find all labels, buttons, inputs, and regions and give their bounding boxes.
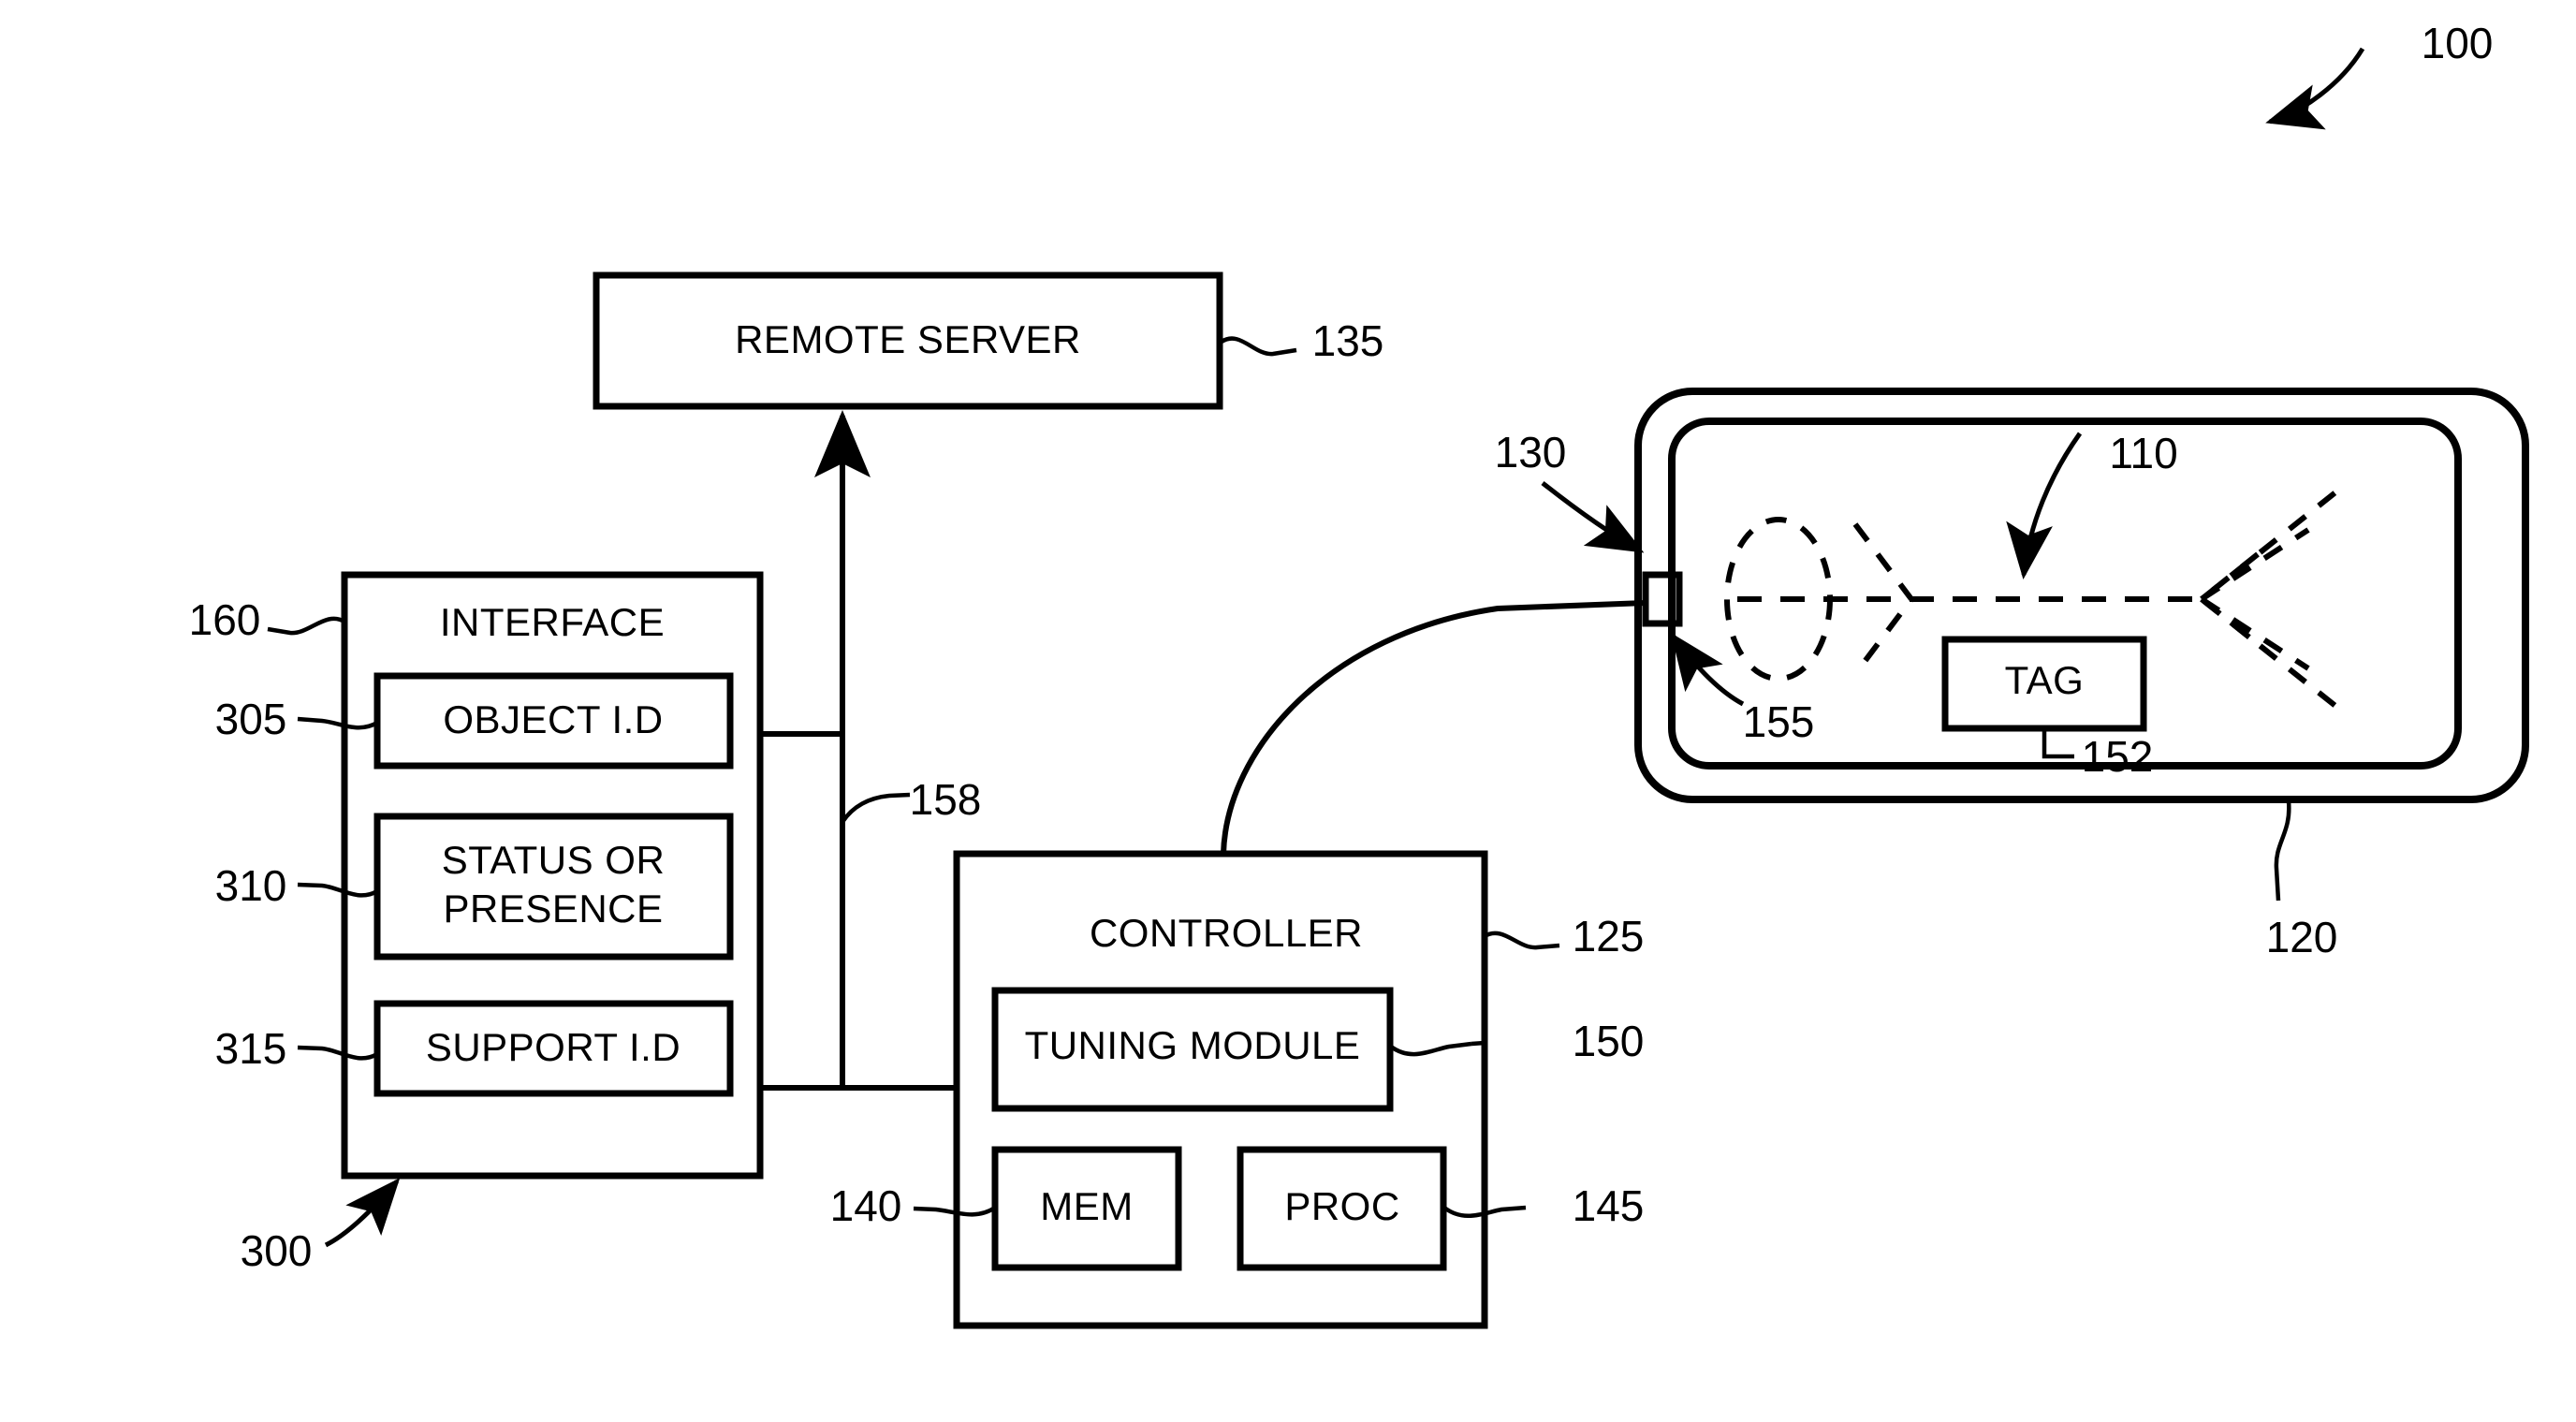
enclosure-wall-ref-130-group: 130 [1495, 428, 1645, 553]
controller-block[interactable]: CONTROLLER TUNING MODULE MEM PROC [953, 850, 1488, 1329]
interface-ref-160-group: 160 [189, 595, 346, 644]
enclosure-ref-label: 120 [2266, 913, 2338, 961]
proc-block[interactable]: PROC [1237, 1146, 1447, 1271]
enclosure-ref-leader [2274, 800, 2291, 902]
object-id-ref-label: 305 [215, 695, 287, 743]
tag-block[interactable]: TAG [1941, 636, 2147, 732]
remote-server-label: REMOTE SERVER [735, 317, 1081, 361]
figure-ref-100-leader [2265, 47, 2365, 130]
bus-ref-158-group: 158 [841, 775, 982, 824]
controller-ref-leader [1483, 931, 1560, 950]
status-or-presence-ref-leader [297, 882, 379, 898]
proc-ref-145-group: 145 [1442, 1181, 1645, 1230]
interface-block[interactable]: INTERFACE OBJECT I.D STATUS OR PRESENCE … [341, 571, 764, 1180]
connector-ref-label: 155 [1743, 697, 1815, 746]
status-or-presence-label-line2: PRESENCE [443, 887, 663, 931]
controller-ref-label: 125 [1573, 912, 1645, 960]
interface-ref-300-group: 300 [241, 1178, 401, 1275]
object-id-ref-leader [297, 716, 379, 730]
mem-ref-label: 140 [830, 1181, 902, 1230]
field-ray-4 [2200, 596, 2342, 712]
proc-label: PROC [1284, 1184, 1399, 1228]
tag-ref-152-group: 152 [2042, 729, 2154, 781]
remote-server-block[interactable]: REMOTE SERVER [593, 271, 1223, 410]
interface-ref-300-leader [324, 1178, 401, 1248]
controller-to-connector-cable [1221, 600, 1647, 855]
mem-block[interactable]: MEM [991, 1146, 1182, 1271]
support-id-label: SUPPORT I.D [426, 1025, 681, 1069]
tuning-module-ref-150-group: 150 [1389, 1017, 1645, 1065]
object-id-block[interactable]: OBJECT I.D [373, 672, 734, 770]
interface-to-server-bus [760, 410, 957, 1091]
support-id-ref-leader [297, 1045, 379, 1061]
status-or-presence-label-line1: STATUS OR [442, 838, 666, 882]
support-id-ref-label: 315 [215, 1024, 287, 1073]
enclosure-wall-ref-leader [1541, 481, 1645, 553]
field-pattern-ref-label: 110 [2109, 429, 2177, 477]
interface-ref-300-label: 300 [241, 1226, 313, 1275]
field-pattern-ref-110-group: 110 [2006, 429, 2178, 579]
bus-ref-label: 158 [910, 775, 982, 824]
mem-ref-140-group: 140 [830, 1181, 997, 1230]
remote-server-ref-135-group: 135 [1220, 316, 1384, 365]
controller-ref-125-group: 125 [1483, 912, 1645, 960]
support-id-ref-315-group: 315 [215, 1024, 379, 1073]
tuning-module-ref-leader [1389, 1041, 1472, 1057]
tag-ref-label: 152 [2082, 732, 2154, 781]
enclosure-wall-ref-label: 130 [1495, 428, 1567, 476]
figure-ref-100-label: 100 [2422, 19, 2494, 67]
remote-server-ref-leader [1220, 336, 1297, 357]
status-or-presence-ref-310-group: 310 [215, 861, 379, 910]
mem-label: MEM [1040, 1184, 1134, 1228]
status-or-presence-block[interactable]: STATUS OR PRESENCE [373, 813, 734, 960]
bus-ref-leader [841, 792, 911, 824]
patent-figure-canvas: 100 REMOTE SERVER 135 158 INTERFACE OBJE… [0, 0, 2576, 1422]
object-id-ref-305-group: 305 [215, 695, 379, 743]
patent-diagram: 100 REMOTE SERVER 135 158 INTERFACE OBJE… [189, 19, 2529, 1329]
field-pattern-ref-leader [2006, 432, 2083, 579]
figure-ref-100-group: 100 [2265, 19, 2494, 130]
interface-ref-leader [267, 616, 346, 636]
object-id-label: OBJECT I.D [443, 697, 663, 741]
field-ray-2 [2200, 527, 2310, 602]
tag-ref-leader [2042, 729, 2074, 759]
tuning-module-ref-label: 150 [1573, 1017, 1645, 1065]
tuning-module-block[interactable]: TUNING MODULE [991, 987, 1394, 1112]
tuning-module-ref-leader-tail [1471, 1040, 1486, 1047]
interface-ref-label: 160 [189, 595, 261, 644]
connector-ref-155-group: 155 [1671, 632, 1815, 746]
proc-ref-label: 145 [1573, 1181, 1645, 1230]
connector-ref-leader [1671, 632, 1745, 707]
controller-label: CONTROLLER [1090, 911, 1363, 955]
tag-label: TAG [2005, 658, 2085, 702]
status-or-presence-ref-label: 310 [215, 861, 287, 910]
enclosure-ref-120-group: 120 [2266, 800, 2338, 961]
tuning-module-label: TUNING MODULE [1025, 1023, 1361, 1067]
support-id-block[interactable]: SUPPORT I.D [373, 1000, 734, 1097]
remote-server-ref-label: 135 [1312, 316, 1384, 365]
interface-label: INTERFACE [440, 600, 665, 644]
